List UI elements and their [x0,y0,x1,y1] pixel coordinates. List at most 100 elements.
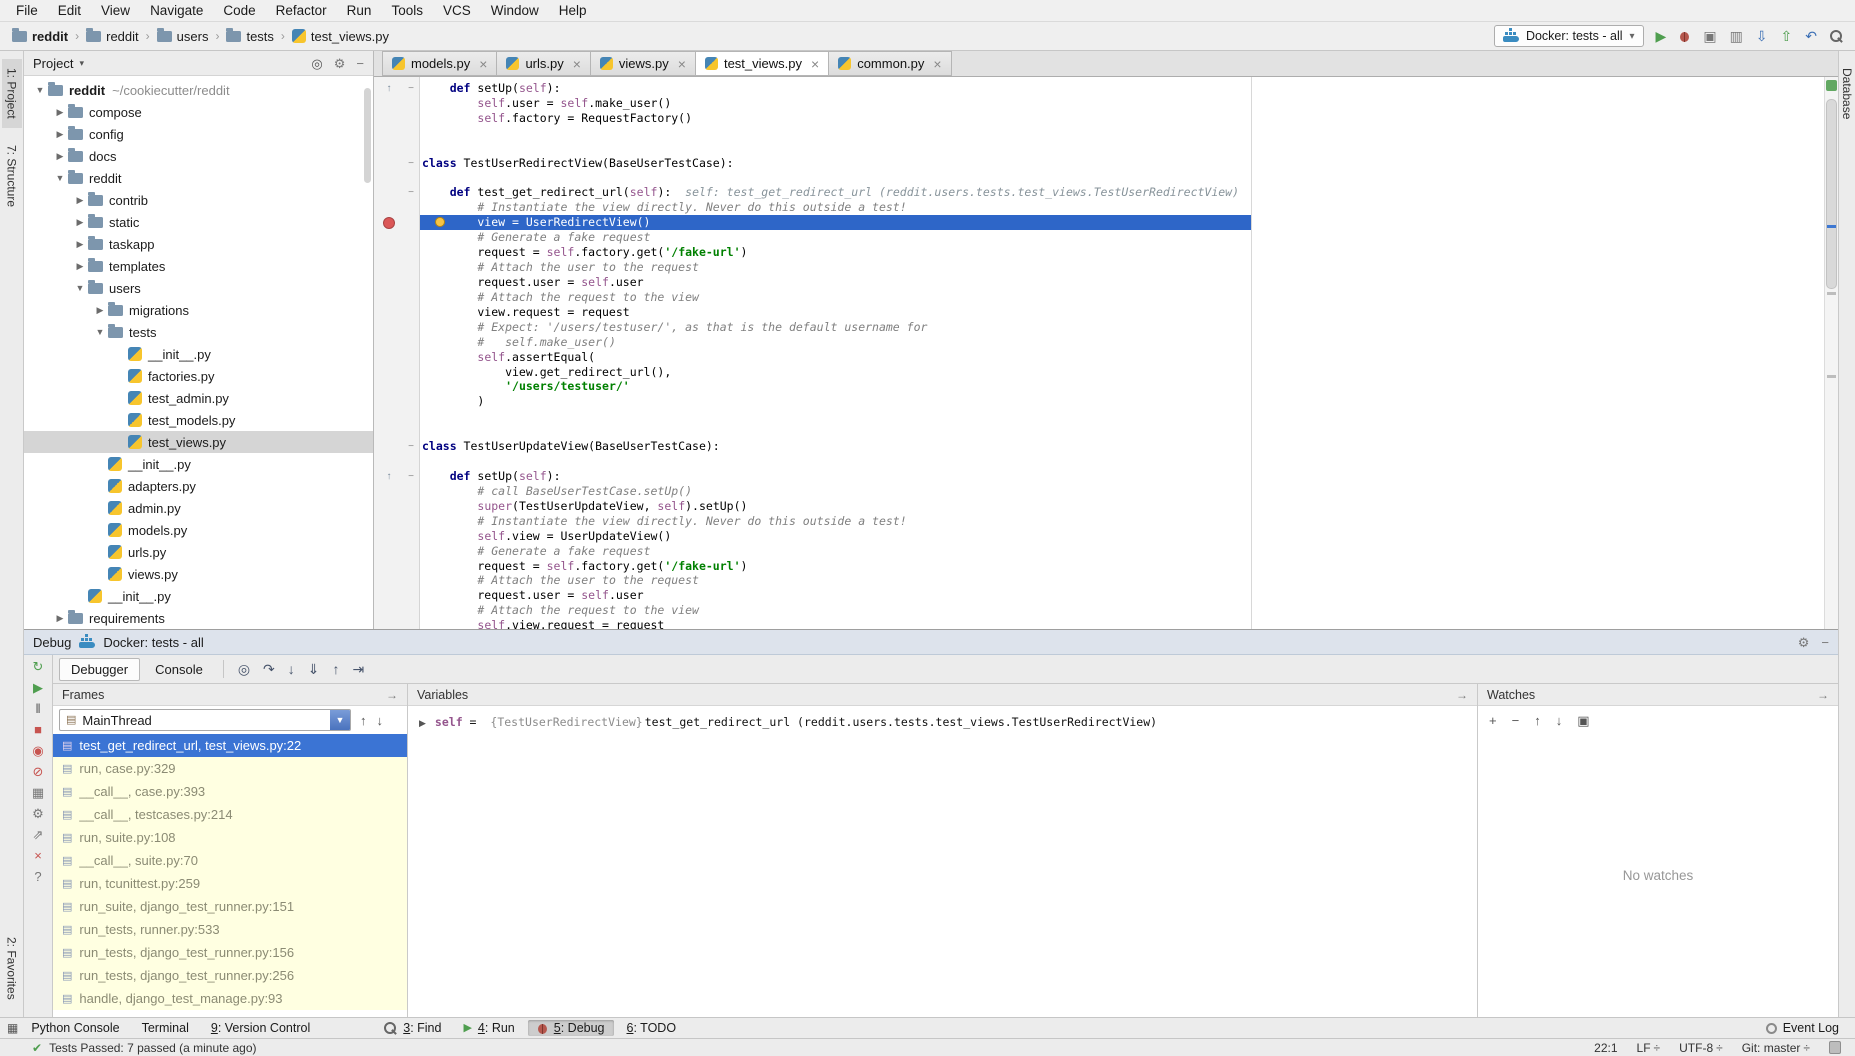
step-out-icon[interactable]: ↑ [333,662,340,676]
chevron-expanded-icon[interactable]: ▼ [92,327,108,337]
menu-help[interactable]: Help [549,2,597,19]
project-tree-item-test-views-py[interactable]: test_views.py [24,431,373,453]
code-line[interactable] [420,424,1824,439]
frame-item[interactable]: ▤run, case.py:329 [53,757,407,780]
editor-tab-test-views-py[interactable]: test_views.py× [695,51,828,76]
next-frame-icon[interactable]: ↓ [377,714,384,727]
code-line[interactable]: '/users/testuser/' [420,379,1824,394]
project-tree-item-test-admin-py[interactable]: test_admin.py [24,387,373,409]
editor-scrollbar[interactable] [1824,77,1838,629]
code-line[interactable]: view.request = request [420,305,1824,320]
force-step-into-icon[interactable]: ⇓ [308,662,320,676]
project-tree-item-docs[interactable]: ▶docs [24,145,373,167]
frame-item[interactable]: ▤run_tests, django_test_runner.py:256 [53,964,407,987]
hide-icon[interactable]: − [356,57,364,70]
override-method-icon[interactable]: ↑ [387,83,392,94]
code-line[interactable]: # Attach the user to the request [420,260,1824,275]
menu-run[interactable]: Run [337,2,382,19]
editor-tab-common-py[interactable]: common.py× [828,51,951,76]
project-tree-item-init-py[interactable]: __init__.py [24,343,373,365]
code-line[interactable] [420,409,1824,424]
hide-panel-icon[interactable]: → [386,688,398,702]
settings-icon[interactable]: ⚙ [1798,636,1810,649]
chevron-collapsed-icon[interactable]: ▶ [52,129,68,140]
project-tree-item-taskapp[interactable]: ▶taskapp [24,233,373,255]
line-ending-widget[interactable]: LF [1637,1041,1661,1055]
hide-icon[interactable]: − [1821,636,1829,649]
scrollbar-thumb[interactable] [364,88,371,183]
menu-vcs[interactable]: VCS [433,2,481,19]
breadcrumb-item-tests[interactable]: tests [226,29,273,44]
search-button[interactable] [1830,30,1843,43]
toolwindow-button-1-project[interactable]: 1: Project [2,59,22,128]
override-method-icon[interactable]: ↑ [387,471,392,482]
frame-item[interactable]: ▤run, tcunittest.py:259 [53,872,407,895]
fold-marker[interactable]: − [404,158,418,169]
project-tree-item-config[interactable]: ▶config [24,123,373,145]
code-line[interactable]: view.get_redirect_url(), [420,365,1824,380]
close-icon[interactable]: × [479,57,487,71]
code-line[interactable]: request = self.factory.get('/fake-url') [420,559,1824,574]
code-line[interactable]: def setUp(self): [420,81,1824,96]
code-line[interactable]: # Attach the user to the request [420,573,1824,588]
chevron-collapsed-icon[interactable]: ▶ [52,151,68,162]
add-watch-icon[interactable]: + [1489,714,1497,727]
code-line[interactable] [420,454,1824,469]
previous-frame-icon[interactable]: ↑ [360,714,367,727]
toolwindow-switcher-icon[interactable]: ▦ [7,1022,18,1034]
debug-tab-console[interactable]: Console [143,658,215,681]
code-line[interactable]: self.view = UserUpdateView() [420,529,1824,544]
project-tree-item-tests[interactable]: ▼tests [24,321,373,343]
chevron-expanded-icon[interactable]: ▼ [52,173,68,183]
menu-navigate[interactable]: Navigate [140,2,213,19]
project-tree-item-urls-py[interactable]: urls.py [24,541,373,563]
fold-marker[interactable]: − [404,441,418,452]
toolwindow-tab-find[interactable]: 3: Find [375,1020,450,1036]
breadcrumb-item-reddit[interactable]: reddit [86,29,139,44]
chevron-collapsed-icon[interactable]: ▶ [72,195,88,206]
project-tree-item-init-py[interactable]: __init__.py [24,585,373,607]
editor-tab-models-py[interactable]: models.py× [382,51,496,76]
profile-button[interactable]: ▥ [1730,29,1743,43]
project-tree-item-views-py[interactable]: views.py [24,563,373,585]
resume-icon[interactable]: ▶ [33,681,43,694]
mute-breakpoints-icon[interactable]: ⊘ [33,765,44,778]
chevron-down-icon[interactable]: ▼ [330,710,350,730]
code-line[interactable]: # Attach the request to the view [420,290,1824,305]
project-tree-item-adapters-py[interactable]: adapters.py [24,475,373,497]
toolwindow-tab-run[interactable]: ▶4: Run [454,1020,523,1036]
project-tree-item-factories-py[interactable]: factories.py [24,365,373,387]
step-into-icon[interactable]: ↓ [288,662,295,676]
vcs-commit-button[interactable]: ⇧ [1781,29,1793,43]
chevron-expanded-icon[interactable]: ▼ [32,85,48,95]
project-tree-item-contrib[interactable]: ▶contrib [24,189,373,211]
settings-icon[interactable]: ⚙ [334,57,346,70]
code-line[interactable]: super(TestUserUpdateView, self).setUp() [420,499,1824,514]
code-line[interactable]: def setUp(self): [420,469,1824,484]
hide-panel-icon[interactable]: → [1817,688,1829,702]
frame-item[interactable]: ▤__call__, case.py:393 [53,780,407,803]
hide-panel-icon[interactable]: → [1456,688,1468,702]
pin-icon[interactable]: ⇗ [33,828,44,841]
code-line[interactable]: self.assertEqual( [420,350,1824,365]
code-line[interactable] [420,171,1824,186]
code-line[interactable]: # Generate a fake request [420,230,1824,245]
close-icon[interactable]: × [678,57,686,71]
code-line[interactable]: # call BaseUserTestCase.setUp() [420,484,1824,499]
close-icon[interactable]: × [811,57,819,71]
frame-item[interactable]: ▤__call__, testcases.py:214 [53,803,407,826]
settings-icon[interactable]: ⚙ [32,807,44,820]
code-line[interactable]: # Expect: '/users/testuser/', as that is… [420,320,1824,335]
chevron-collapsed-icon[interactable]: ▶ [52,107,68,118]
toolwindow-button-7-structure[interactable]: 7: Structure [2,136,22,216]
project-tree-item-reddit[interactable]: ▼reddit [24,167,373,189]
frame-item[interactable]: ▤handle, django_test_manage.py:93 [53,987,407,1010]
remove-watch-icon[interactable]: − [1512,714,1520,727]
toolwindow-button-2-favorites[interactable]: 2: Favorites [2,928,22,1009]
close-icon[interactable]: × [34,849,42,862]
project-tree-item-reddit[interactable]: ▼reddit~/cookiecutter/reddit [24,79,373,101]
code-line[interactable]: request.user = self.user [420,588,1824,603]
code-line[interactable]: request = self.factory.get('/fake-url') [420,245,1824,260]
code-line[interactable]: self.view.request = request [420,618,1824,629]
toolwindow-tab-terminal[interactable]: Terminal [133,1020,198,1036]
